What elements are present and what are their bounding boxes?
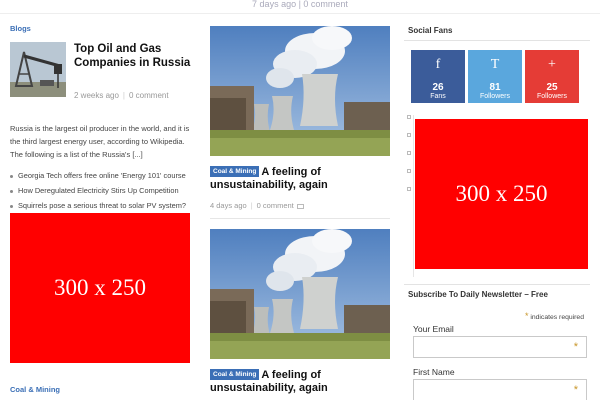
google-plus-counter-button[interactable]: + 25 Followers [525,50,579,103]
ad-banner-right[interactable]: 300 x 250 [415,119,588,269]
related-link[interactable]: How Deregulated Electricity Stirs Up Com… [10,183,192,198]
required-note: * indicates required [524,311,584,321]
featured-post-thumbnail[interactable] [10,42,66,97]
google-plus-unit: Followers [537,93,567,100]
featured-post-title[interactable]: Top Oil and Gas Companies in Russia [74,42,192,70]
first-name-label: First Name [413,367,455,377]
facebook-icon: f [435,57,441,72]
right-sidebar: Social Fans f 26 Fans T 81 Followers + 2… [404,22,590,400]
twitter-icon: T [490,57,500,72]
share-icon[interactable] [407,133,411,137]
post-card: Coal & Mining A feeling of unsustainabili… [210,229,390,395]
google-plus-count: 25 [546,82,558,93]
facebook-counter-button[interactable]: f 26 Fans [411,50,465,103]
share-icon[interactable] [407,169,411,173]
left-column: Blogs Top Oil and Gas Companies in Russi… [10,24,192,213]
section-label-coal-mining[interactable]: Coal & Mining [10,385,60,394]
category-badge[interactable]: Coal & Mining [210,369,260,380]
twitter-count: 81 [489,82,501,93]
facebook-count: 26 [432,82,444,93]
featured-post: Top Oil and Gas Companies in Russia 2 we… [10,42,192,104]
post-image-cooling-towers[interactable] [210,26,390,156]
ad-banner-left[interactable]: 300 x 250 [10,213,190,363]
facebook-unit: Fans [430,93,446,100]
newsletter-title: Subscribe To Daily Newsletter – Free [408,290,548,299]
post-heading: Coal & Mining A feeling of unsustainabili… [210,166,390,192]
bullet-icon [10,174,13,178]
comment-count-link[interactable]: 0 comment [257,201,294,210]
social-fans-title: Social Fans [404,22,590,41]
email-field[interactable]: * [413,336,587,358]
required-star-icon: * [573,341,578,353]
post-date: 2 weeks ago [74,91,119,100]
newsletter-widget: Subscribe To Daily Newsletter – Free * i… [404,284,590,400]
share-icon[interactable] [407,115,411,119]
related-link[interactable]: Georgia Tech offers free online 'Energy … [10,168,192,183]
post-date: 4 days ago [210,201,247,210]
section-label-blogs[interactable]: Blogs [10,24,192,33]
post-image-cooling-towers[interactable] [210,229,390,359]
social-counters: f 26 Fans T 81 Followers + 25 Followers [404,50,590,103]
comment-icon [296,203,304,209]
share-toolbar-edge [405,115,414,277]
share-icon[interactable] [407,187,411,191]
post-meta: 4 days ago | 0 comment [210,201,390,219]
category-badge[interactable]: Coal & Mining [210,166,260,177]
bullet-icon [10,189,13,193]
featured-post-meta: 2 weeks ago | 0 comment [74,91,169,100]
share-icon[interactable] [407,151,411,155]
featured-post-excerpt: Russia is the largest oil producer in th… [10,124,190,159]
previous-post-meta: 7 days ago | 0 comment [0,0,600,14]
related-links-list: Georgia Tech offers free online 'Energy … [10,168,192,213]
google-plus-icon: + [548,57,556,72]
middle-column: Coal & Mining A feeling of unsustainabili… [210,26,390,395]
required-star-icon: * [573,384,578,396]
twitter-unit: Followers [480,93,510,100]
email-label: Your Email [413,324,454,334]
required-star-icon: * [524,311,529,321]
bullet-icon [10,204,13,208]
post-heading: Coal & Mining A feeling of unsustainabili… [210,369,390,395]
comment-count-link[interactable]: 0 comment [129,91,169,100]
twitter-counter-button[interactable]: T 81 Followers [468,50,522,103]
post-card: Coal & Mining A feeling of unsustainabili… [210,26,390,219]
related-link[interactable]: Squirrels pose a serious threat to solar… [10,198,192,213]
first-name-field[interactable]: * [413,379,587,400]
